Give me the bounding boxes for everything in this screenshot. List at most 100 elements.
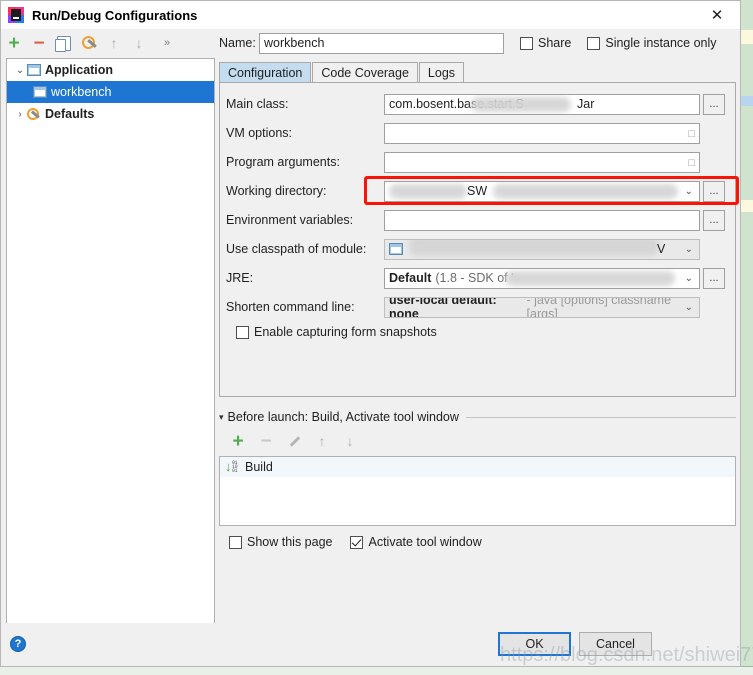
main-class-input[interactable]: com.bosent.base.start.S Jar xyxy=(384,93,700,115)
configurations-tree[interactable]: ⌄ Application workbench › Defaults xyxy=(6,58,215,638)
name-row: Name: workbench Share Single instance on… xyxy=(219,30,736,56)
configuration-form: Main class: com.bosent.base.start.S Jar … xyxy=(219,83,739,397)
use-classpath-of-module-value: V xyxy=(657,242,666,256)
chevron-right-icon[interactable]: › xyxy=(13,109,27,120)
help-icon[interactable]: ? xyxy=(10,636,26,652)
use-classpath-of-module-dropdown[interactable]: V ⌄ xyxy=(384,238,700,260)
jre-browse-button[interactable]: ... xyxy=(703,267,725,289)
move-task-down-button[interactable]: ↓ xyxy=(339,430,361,452)
redaction-blur xyxy=(389,183,467,199)
jre-label: JRE: xyxy=(226,271,254,285)
shorten-command-line-dropdown[interactable]: user-local default: none - java [options… xyxy=(384,296,700,318)
tree-item-label: Defaults xyxy=(45,107,95,121)
task-label: Build xyxy=(245,460,273,474)
add-task-button[interactable]: + xyxy=(227,430,249,452)
vm-options-row: VM options: □ xyxy=(226,122,725,144)
jre-dropdown[interactable]: Default (1.8 - SDK of ' ⌄ xyxy=(384,267,700,289)
activate-tool-window-checkbox[interactable]: Activate tool window xyxy=(350,535,482,549)
backdrop-bottom-strip xyxy=(0,666,753,675)
chevron-down-icon[interactable]: ⌄ xyxy=(685,302,693,313)
name-label: Name: xyxy=(219,36,256,50)
shorten-command-line-row: Shorten command line: user-local default… xyxy=(226,296,725,318)
move-task-up-button[interactable]: ↑ xyxy=(311,430,333,452)
add-configuration-button[interactable]: + xyxy=(2,32,26,54)
redaction-blur xyxy=(505,270,675,286)
expand-icon[interactable]: □ xyxy=(688,157,695,169)
program-arguments-input[interactable]: □ xyxy=(384,151,700,173)
build-icon: ↓ 01 10 01 xyxy=(225,459,238,475)
expand-icon[interactable]: □ xyxy=(688,128,695,140)
single-instance-checkbox-box[interactable] xyxy=(587,36,601,50)
tab-configuration[interactable]: Configuration xyxy=(219,62,312,82)
environment-variables-input[interactable] xyxy=(384,209,700,231)
configuration-editor: Name: workbench Share Single instance on… xyxy=(219,30,739,624)
enable-form-snapshots-label: Enable capturing form snapshots xyxy=(254,325,437,339)
show-this-page-checkbox-box[interactable] xyxy=(229,535,242,549)
single-instance-label: Single instance only xyxy=(605,36,717,50)
collapse-triangle-icon[interactable]: ▾ xyxy=(219,412,224,423)
copy-icon[interactable] xyxy=(52,32,76,54)
list-item[interactable]: ↓ 01 10 01 Build xyxy=(220,457,735,477)
main-class-label: Main class: xyxy=(226,97,289,111)
environment-variables-browse-button[interactable]: ... xyxy=(703,209,725,231)
working-directory-label: Working directory: xyxy=(226,184,327,198)
enable-form-snapshots-checkbox[interactable]: Enable capturing form snapshots xyxy=(236,325,725,339)
tree-item-workbench[interactable]: workbench xyxy=(7,81,214,103)
remove-configuration-button[interactable]: − xyxy=(27,32,51,54)
single-instance-checkbox[interactable]: Single instance only xyxy=(587,36,717,50)
enable-form-snapshots-checkbox-box[interactable] xyxy=(236,325,249,339)
tree-item-label: Application xyxy=(45,63,114,77)
chevron-down-icon[interactable]: ⌄ xyxy=(685,186,693,197)
pencil-icon[interactable] xyxy=(283,430,305,452)
before-launch-header[interactable]: ▾ Before launch: Build, Activate tool wi… xyxy=(219,410,736,424)
remove-task-button[interactable]: − xyxy=(255,430,277,452)
tab-code-coverage[interactable]: Code Coverage xyxy=(312,62,418,82)
environment-variables-row: Environment variables: ... xyxy=(226,209,725,231)
backdrop-yellow-band-1 xyxy=(741,30,753,44)
share-checkbox-box[interactable] xyxy=(520,36,533,50)
window-title: Run/Debug Configurations xyxy=(32,7,198,23)
environment-variables-label: Environment variables: xyxy=(226,213,354,227)
cancel-button[interactable]: Cancel xyxy=(579,632,652,656)
share-checkbox[interactable]: Share xyxy=(520,36,571,50)
use-classpath-of-module-label: Use classpath of module: xyxy=(226,242,367,256)
main-class-browse-button[interactable]: ... xyxy=(703,93,725,115)
before-launch-task-list[interactable]: ↓ 01 10 01 Build xyxy=(219,456,736,526)
working-directory-value: SW xyxy=(467,184,488,198)
tab-logs[interactable]: Logs xyxy=(418,62,465,82)
chevron-down-icon[interactable]: ⌄ xyxy=(685,244,693,255)
wrench-icon xyxy=(27,107,41,121)
program-arguments-row: Program arguments: □ xyxy=(226,151,725,173)
activate-tool-window-label: Activate tool window xyxy=(368,535,482,549)
dialog-footer: ? OK Cancel xyxy=(2,623,739,665)
overflow-icon[interactable]: » xyxy=(164,37,170,49)
working-directory-browse-button[interactable]: ... xyxy=(703,180,725,202)
shorten-command-line-label: Shorten command line: xyxy=(226,300,355,314)
dialog-buttons: OK Cancel xyxy=(498,632,652,656)
move-up-button[interactable]: ↑ xyxy=(102,32,126,54)
before-launch-title: Before launch: Build, Activate tool wind… xyxy=(227,410,459,424)
tree-item-defaults[interactable]: › Defaults xyxy=(7,103,214,125)
wrench-icon[interactable] xyxy=(77,32,101,54)
move-down-button[interactable]: ↓ xyxy=(127,32,151,54)
chevron-down-icon[interactable]: ⌄ xyxy=(13,65,27,76)
name-input[interactable]: workbench xyxy=(259,32,504,54)
working-directory-input[interactable]: SW ⌄ xyxy=(384,180,700,202)
main-class-value-tail: Jar xyxy=(577,97,595,111)
vm-options-input[interactable]: □ xyxy=(384,122,700,144)
show-this-page-checkbox[interactable]: Show this page xyxy=(229,535,332,549)
tree-item-application[interactable]: ⌄ Application xyxy=(7,59,214,81)
jre-value: Default xyxy=(389,271,432,285)
editor-tabs: Configuration Code Coverage Logs xyxy=(219,61,736,83)
activate-tool-window-checkbox-box[interactable] xyxy=(350,535,364,549)
close-icon[interactable]: ✕ xyxy=(694,1,740,29)
configurations-toolbar: + − ↑ ↓ » xyxy=(2,30,214,56)
ok-button[interactable]: OK xyxy=(498,632,571,656)
chevron-down-icon[interactable]: ⌄ xyxy=(685,273,693,284)
before-launch-options: Show this page Activate tool window xyxy=(229,535,736,549)
main-class-row: Main class: com.bosent.base.start.S Jar … xyxy=(226,93,725,115)
before-launch-toolbar: + − ↑ ↓ xyxy=(219,428,736,454)
application-icon xyxy=(33,86,47,98)
share-label: Share xyxy=(538,36,572,50)
show-this-page-label: Show this page xyxy=(247,535,333,549)
